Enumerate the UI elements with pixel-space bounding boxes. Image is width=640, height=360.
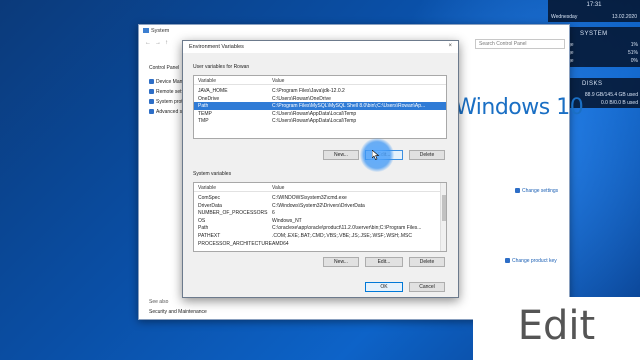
system-widget-row: ge 1% [568,42,638,48]
system-window-icon [143,28,149,33]
value-column-header[interactable]: Value [272,185,284,191]
disk-usage-1: 88.9 GB/145.4 GB used [584,92,638,98]
system-title-bar[interactable]: System [139,25,569,37]
table-row[interactable]: JAVA_HOME C:\Program Files\Java\jdk-12.0.… [194,87,446,95]
close-icon[interactable]: × [448,43,452,49]
system-variables-table[interactable]: Variable Value ComSpec C:\WINDOWS\system3… [193,182,447,252]
table-row[interactable]: PROCESSOR_ARCHITECTURE AMD64 [194,240,446,248]
variable-column-header[interactable]: Variable [198,78,216,84]
system-delete-button[interactable]: Delete [409,257,445,267]
system-table-header: Variable Value [194,183,446,192]
clock-date: 13.02.2020 [611,14,637,20]
user-delete-button[interactable]: Delete [409,150,445,160]
system-table-scrollbar[interactable] [440,183,446,251]
table-row[interactable]: Path C:\oraclexe\app\oracle\product\11.2.… [194,224,446,232]
cancel-button[interactable]: Cancel [409,282,445,292]
shield-icon [149,79,154,84]
change-product-key-link[interactable]: Change product key [505,258,557,264]
user-variables-table[interactable]: Variable Value JAVA_HOME C:\Program Files… [193,75,447,139]
scrollbar-thumb[interactable] [442,195,446,221]
clock-day: Wednesday [551,14,578,20]
user-table-header: Variable Value [194,76,446,85]
shield-icon [149,99,154,104]
shield-icon [149,109,154,114]
windows-10-logo-text: Windows 10 [455,95,584,120]
change-settings-link[interactable]: Change settings [515,188,558,194]
table-row[interactable]: TMP C:\Users\Rowan\AppData\Local\Temp [194,117,446,125]
see-also-heading: See also [149,299,169,305]
environment-variables-dialog: Environment Variables × User variables f… [182,40,459,298]
system-widget-row: ge 0% [568,58,638,64]
table-row[interactable]: OneDrive C:\Users\Rowan\OneDrive [194,95,446,103]
shield-icon [505,258,510,263]
system-variables-label: System variables [193,171,232,177]
system-widget-header: SYSTEM [580,31,608,37]
ok-button[interactable]: OK [365,282,403,292]
table-row[interactable]: OS Windows_NT [194,217,446,225]
control-panel-home-link[interactable]: Control Panel [149,65,179,71]
table-row[interactable]: TEMP C:\Users\Rowan\AppData\Local\Temp [194,110,446,118]
up-arrow-icon[interactable]: ↑ [165,40,168,46]
caption-box: Edit [473,297,640,360]
shield-icon [149,89,154,94]
shield-icon [515,188,520,193]
system-widget: SYSTEM ge 1% ge 51% ge 0% [566,27,640,67]
disk-usage-2: 0.0 B/0.0 B used [601,100,638,106]
security-maintenance-link[interactable]: Security and Maintenance [149,309,207,315]
table-row-selected[interactable]: Path C:\Program Files\MySQL\MySQL Shell 8… [194,102,446,110]
table-row[interactable]: DriverData C:\Windows\System32\Drivers\Dr… [194,202,446,210]
variable-column-header[interactable]: Variable [198,185,216,191]
search-control-panel-input[interactable]: Search Control Panel [475,39,565,49]
table-row[interactable]: ComSpec C:\WINDOWS\system32\cmd.exe [194,194,446,202]
env-dialog-title-bar[interactable]: Environment Variables × [183,41,458,53]
system-new-button[interactable]: New... [323,257,359,267]
user-new-button[interactable]: New... [323,150,359,160]
user-variables-label: User variables for Rowan [193,64,250,70]
table-row[interactable]: PATHEXT .COM;.EXE;.BAT;.CMD;.VBS;.VBE;.JS… [194,232,446,240]
caption-text: Edit [517,303,596,349]
system-window-title: System [151,28,170,34]
table-row[interactable]: NUMBER_OF_PROCESSORS 6 [194,209,446,217]
clock-time: 17:31 [586,2,602,8]
system-widget-row: ge 51% [568,50,638,56]
system-edit-button[interactable]: Edit... [365,257,403,267]
forward-arrow-icon[interactable]: → [155,40,161,46]
env-dialog-title: Environment Variables [189,44,244,50]
back-arrow-icon[interactable]: ← [145,40,151,46]
value-column-header[interactable]: Value [272,78,284,84]
clock-widget: 17:31 Wednesday 13.02.2020 [548,0,640,22]
disks-widget-header: DISKS [582,81,603,87]
mouse-pointer-icon [372,150,380,160]
